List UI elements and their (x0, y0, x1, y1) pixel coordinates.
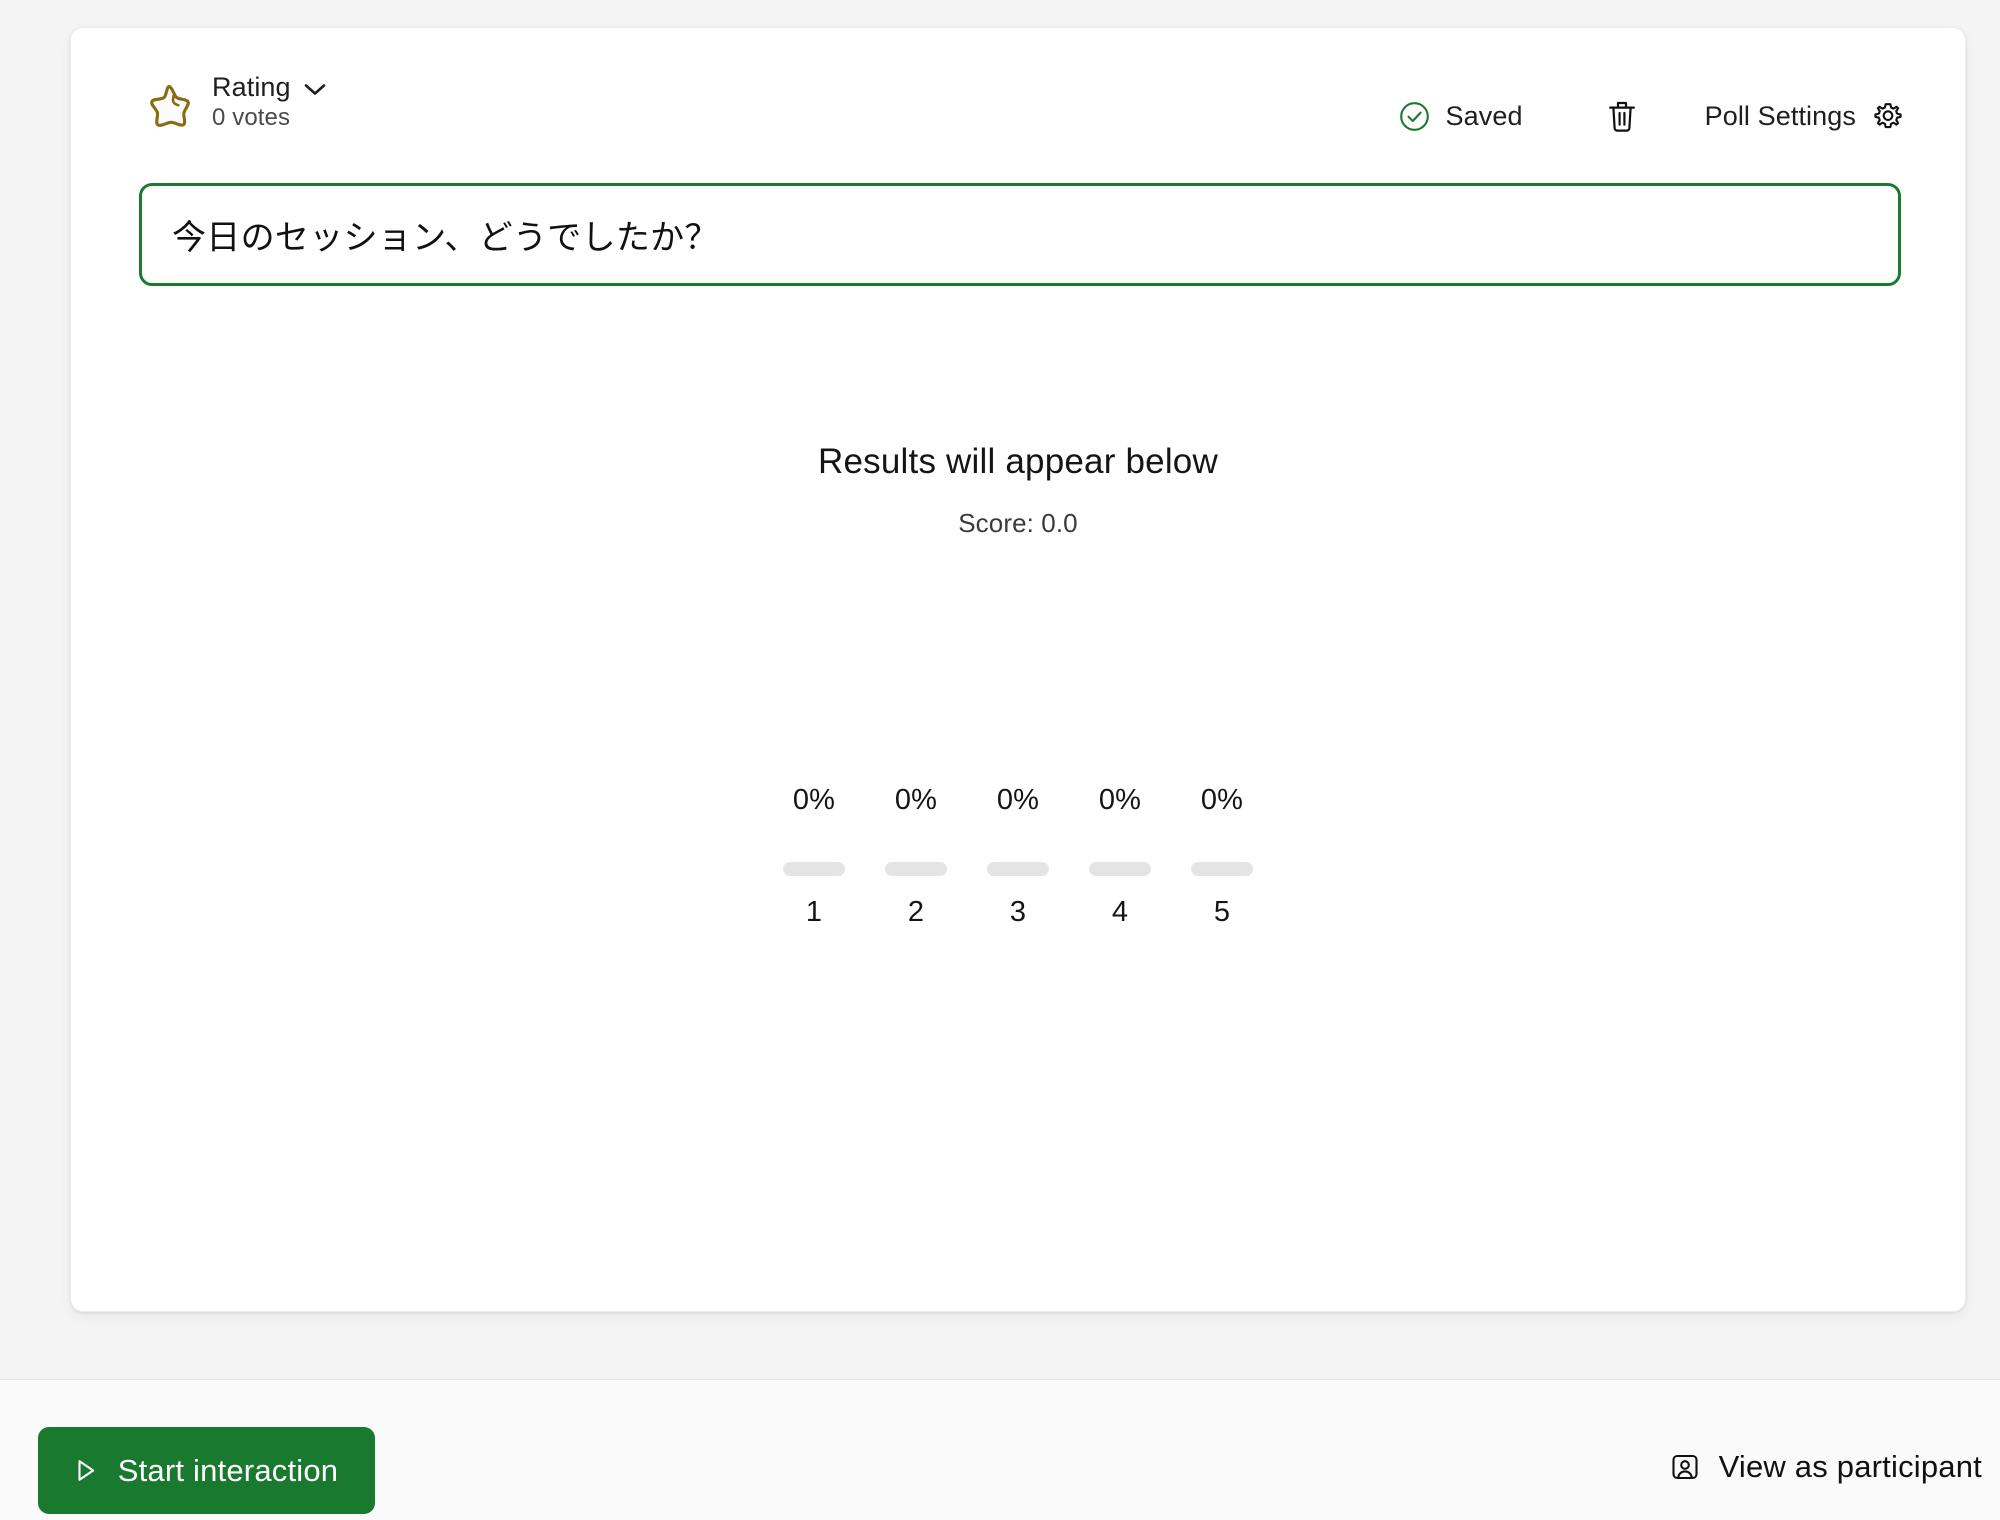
saved-label: Saved (1445, 100, 1523, 131)
rating-bar (987, 862, 1049, 876)
check-circle-icon (1399, 101, 1429, 131)
rating-bar (783, 862, 845, 876)
rating-bar-slot (1191, 815, 1253, 876)
rating-percent-label: 0% (1098, 784, 1142, 816)
results-heading: Results will appear below (818, 442, 1218, 481)
start-interaction-label: Start interaction (117, 1452, 339, 1488)
delete-poll-button[interactable] (1601, 95, 1643, 137)
poll-type-row: Rating (212, 74, 326, 101)
play-icon (78, 1460, 94, 1481)
rating-bar-slot (783, 815, 845, 876)
gear-icon (1874, 103, 1902, 129)
poll-type-label: Rating (212, 72, 291, 102)
rating-category-label: 2 (907, 896, 925, 928)
question-input[interactable] (139, 183, 1901, 286)
rating-category-label: 4 (1111, 896, 1129, 928)
rating-percent-label: 0% (1200, 784, 1244, 816)
card-header: Rating 0 votes Saved Poll Settings (71, 28, 1965, 138)
rating-category-label: 5 (1213, 896, 1231, 928)
rating-category-label: 3 (1009, 896, 1027, 928)
status-badge: Saved (1399, 101, 1523, 132)
rating-column: 0% 1 (783, 786, 845, 927)
results-score: Score: 0.0 (958, 508, 1078, 538)
rating-column: 0% 4 (1089, 786, 1151, 927)
rating-bar (1089, 862, 1151, 876)
vote-count-label: 0 votes (212, 104, 291, 131)
start-interaction-button[interactable]: Start interaction (38, 1427, 375, 1514)
rating-percent-label: 0% (996, 784, 1040, 816)
rating-percent-label: 0% (894, 784, 938, 816)
participant-icon (1672, 1454, 1698, 1480)
header-actions: Saved Poll Settings (1399, 95, 1903, 137)
rating-bar-slot (885, 815, 947, 876)
poll-type-text: Rating 0 votes (212, 74, 326, 130)
rating-bar (1191, 862, 1253, 876)
chevron-down-icon[interactable] (304, 83, 326, 96)
rating-results-chart: 0% 1 0% 2 0% 3 0% 4 0% 5 (71, 786, 1965, 927)
question-input-wrapper (139, 183, 1901, 286)
rating-column: 0% 3 (987, 786, 1049, 927)
rating-column: 0% 2 (885, 786, 947, 927)
poll-settings-label: Poll Settings (1704, 100, 1856, 131)
poll-editor-card: Rating 0 votes Saved Poll Settings 今日のセッ… (70, 27, 1966, 1312)
rating-bar (885, 862, 947, 876)
rating-column: 0% 5 (1191, 786, 1253, 927)
poll-type-selector[interactable]: Rating 0 votes (143, 74, 326, 132)
results-area: Results will appear below Score: 0.0 0% 1… (71, 286, 1965, 1311)
star-icon (150, 84, 190, 127)
view-as-participant-button[interactable]: View as participant (1669, 1449, 1994, 1485)
trash-icon (1608, 101, 1635, 132)
rating-category-label: 1 (805, 896, 823, 928)
rating-percent-label: 0% (792, 784, 836, 816)
poll-settings-button[interactable]: Poll Settings (1705, 101, 1903, 132)
rating-bar-slot (987, 815, 1049, 876)
view-as-participant-label: View as participant (1718, 1449, 1982, 1484)
rating-bar-slot (1089, 815, 1151, 876)
